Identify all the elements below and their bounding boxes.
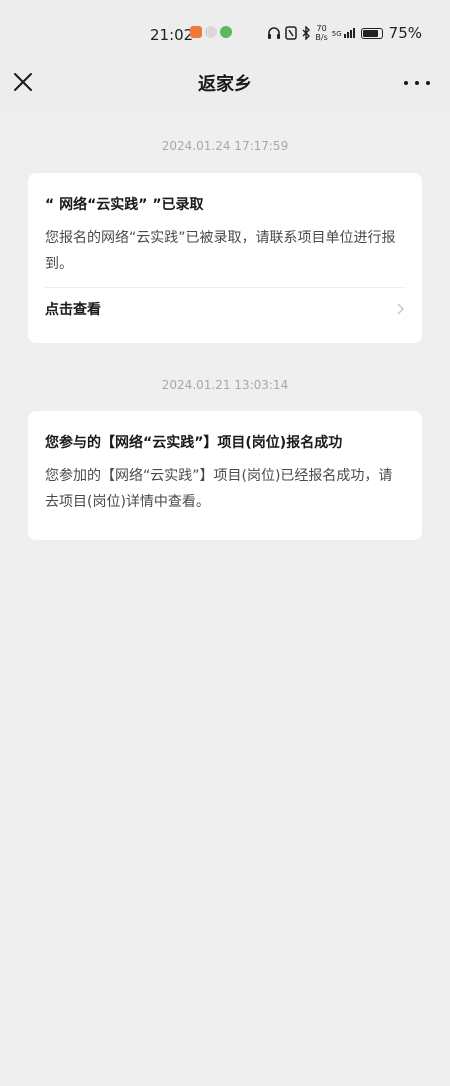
notification-icons	[190, 26, 232, 38]
page-title: 返家乡	[198, 74, 252, 95]
nav-bar: 返家乡	[0, 56, 450, 110]
battery-percent: 75%	[388, 24, 422, 42]
message-card[interactable]: 您参与的【网络“云实践”】项目(岗位)报名成功 您参加的【网络“云实践”】项目(…	[28, 411, 422, 540]
signal-label: 5G	[331, 30, 342, 38]
chevron-right-icon	[397, 303, 405, 315]
app-notification-icon	[205, 26, 217, 38]
network-speed-unit: B/s	[315, 33, 328, 42]
headphones-icon	[268, 27, 281, 39]
dot-icon	[404, 81, 408, 85]
status-time: 21:02	[150, 26, 194, 44]
battery-fill	[362, 29, 378, 37]
message-timestamp: 2024.01.24 17:17:59	[161, 139, 289, 153]
signal-icon: 5G	[332, 28, 355, 38]
globe-icon	[220, 26, 232, 38]
network-speed: 70 B/s	[315, 24, 327, 42]
nfc-icon	[285, 26, 298, 40]
battery-icon	[360, 27, 383, 39]
view-details-link[interactable]: 点击查看	[45, 288, 406, 330]
message-title: “ 网络“云实践” ”已录取	[45, 197, 204, 213]
app-notification-icon	[190, 26, 202, 38]
network-speed-value: 70	[316, 24, 327, 33]
status-bar: 21:02 70 B/s 5G 75%	[0, 0, 450, 56]
message-card[interactable]: “ 网络“云实践” ”已录取 您报名的网络“云实践”已被录取，请联系项目单位进行…	[28, 173, 422, 343]
message-timestamp: 2024.01.21 13:03:14	[161, 378, 289, 392]
system-icons: 70 B/s 5G 75%	[267, 24, 422, 42]
bluetooth-icon	[302, 26, 311, 40]
message-body: 您参加的【网络“云实践”】项目(岗位)已经报名成功，请去项目(岗位)详情中查看。	[45, 468, 393, 510]
message-body: 您报名的网络“云实践”已被录取，请联系项目单位进行报到。	[45, 230, 396, 272]
message-title: 您参与的【网络“云实践”】项目(岗位)报名成功	[45, 435, 343, 451]
more-options-button[interactable]	[404, 70, 430, 96]
dot-icon	[415, 81, 419, 85]
dot-icon	[426, 81, 430, 85]
view-details-label: 点击查看	[45, 302, 101, 318]
